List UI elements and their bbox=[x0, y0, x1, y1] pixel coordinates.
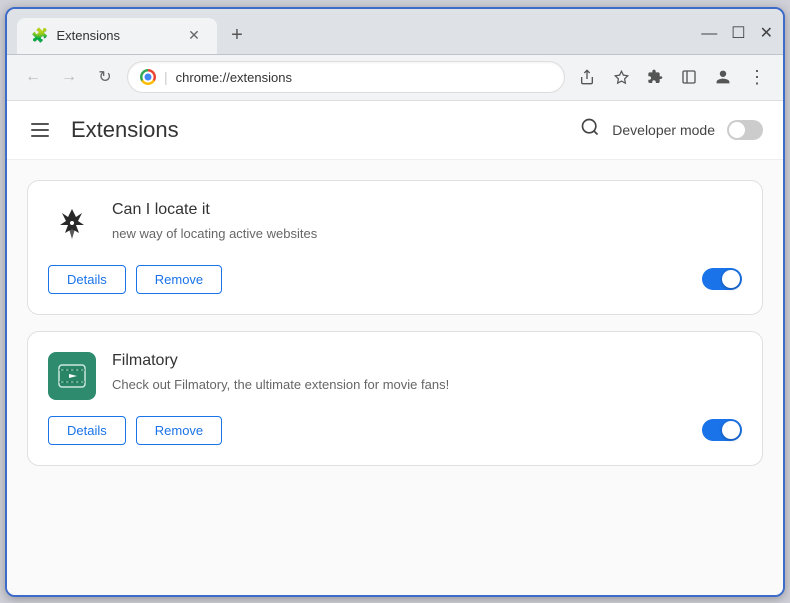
omnibox-url: chrome://extensions bbox=[176, 70, 552, 85]
extension-desc-2: Check out Filmatory, the ultimate extens… bbox=[112, 376, 742, 394]
extension-name-2: Filmatory bbox=[112, 352, 742, 370]
page-title: Extensions bbox=[71, 117, 179, 143]
menu-button[interactable]: ⋮ bbox=[743, 63, 771, 91]
toggle-knob-2 bbox=[722, 421, 740, 439]
toggle-knob bbox=[729, 122, 745, 138]
extension-info-1: Can I locate it new way of locating acti… bbox=[112, 201, 742, 243]
maximize-button[interactable]: ☐ bbox=[731, 26, 745, 42]
sidebar-button[interactable] bbox=[675, 63, 703, 91]
card-bottom-2: Details Remove bbox=[48, 416, 742, 445]
page-content: Extensions Developer mode 🔍 ri4sh.com bbox=[7, 101, 783, 595]
tab-puzzle-icon: 🧩 bbox=[31, 27, 48, 44]
profile-button[interactable] bbox=[709, 63, 737, 91]
remove-button-1[interactable]: Remove bbox=[136, 265, 222, 294]
remove-button-2[interactable]: Remove bbox=[136, 416, 222, 445]
title-bar: 🧩 Extensions ✕ + — ☐ ✕ bbox=[7, 9, 783, 55]
extension-desc-1: new way of locating active websites bbox=[112, 225, 742, 243]
enable-toggle-1[interactable] bbox=[702, 268, 742, 290]
enable-toggle-2[interactable] bbox=[702, 419, 742, 441]
browser-window: 🧩 Extensions ✕ + — ☐ ✕ ← → ↻ | chrome://… bbox=[5, 7, 785, 597]
active-tab[interactable]: 🧩 Extensions ✕ bbox=[17, 18, 217, 54]
hamburger-menu-button[interactable] bbox=[27, 115, 57, 145]
extensions-header: Extensions Developer mode bbox=[7, 101, 783, 160]
close-button[interactable]: ✕ bbox=[760, 26, 773, 42]
extensions-button[interactable] bbox=[641, 63, 669, 91]
details-button-2[interactable]: Details bbox=[48, 416, 126, 445]
toggle-knob-1 bbox=[722, 270, 740, 288]
share-button[interactable] bbox=[573, 63, 601, 91]
minimize-button[interactable]: — bbox=[701, 26, 717, 42]
extension-icon-2 bbox=[48, 352, 96, 400]
window-controls: — ☐ ✕ bbox=[701, 26, 773, 54]
developer-mode-label: Developer mode bbox=[612, 122, 715, 138]
new-tab-button[interactable]: + bbox=[223, 22, 251, 50]
forward-button[interactable]: → bbox=[55, 63, 83, 91]
back-button[interactable]: ← bbox=[19, 63, 47, 91]
card-top-2: Filmatory Check out Filmatory, the ultim… bbox=[48, 352, 742, 400]
toolbar-actions: ⋮ bbox=[573, 63, 771, 91]
tab-close-button[interactable]: ✕ bbox=[185, 27, 203, 45]
omnibox[interactable]: | chrome://extensions bbox=[127, 61, 565, 93]
card-top-1: Can I locate it new way of locating acti… bbox=[48, 201, 742, 249]
extension-card-2: Filmatory Check out Filmatory, the ultim… bbox=[27, 331, 763, 466]
omnibox-separator: | bbox=[164, 69, 168, 85]
header-right: Developer mode bbox=[580, 117, 763, 142]
developer-mode-toggle[interactable] bbox=[727, 120, 763, 140]
chrome-icon bbox=[140, 69, 156, 85]
toolbar: ← → ↻ | chrome://extensions bbox=[7, 55, 783, 101]
tab-title: Extensions bbox=[56, 28, 177, 43]
extension-info-2: Filmatory Check out Filmatory, the ultim… bbox=[112, 352, 742, 394]
extension-name-1: Can I locate it bbox=[112, 201, 742, 219]
details-button-1[interactable]: Details bbox=[48, 265, 126, 294]
search-button[interactable] bbox=[580, 117, 600, 142]
card-bottom-1: Details Remove bbox=[48, 265, 742, 294]
bookmark-button[interactable] bbox=[607, 63, 635, 91]
extension-icon-1 bbox=[48, 201, 96, 249]
refresh-button[interactable]: ↻ bbox=[91, 63, 119, 91]
extension-card-1: Can I locate it new way of locating acti… bbox=[27, 180, 763, 315]
extensions-body: 🔍 ri4sh.com Can I locate it bbox=[7, 160, 783, 595]
